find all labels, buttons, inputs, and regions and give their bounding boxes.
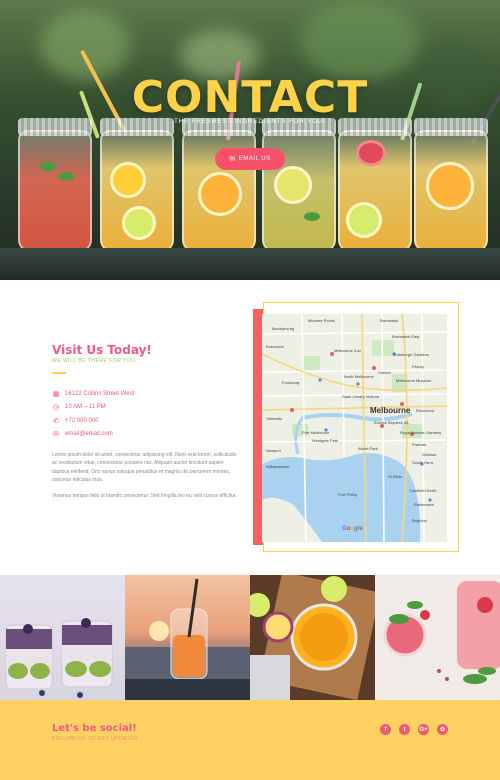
map-city-label: Melbourne	[370, 406, 411, 415]
map-label: Williamstown	[266, 464, 290, 469]
twitter-icon[interactable]: t	[399, 724, 410, 735]
contact-heading: Visit Us Today!	[52, 343, 152, 357]
map-label: Port Melbourne	[302, 430, 330, 435]
page-title: CONTACT	[131, 72, 369, 123]
social-subheading: FOLLOW US TO GET UPDATES	[52, 736, 138, 742]
email-text: email@email.com	[65, 431, 113, 437]
phone-row[interactable]: ✆ +72 000 000	[52, 417, 99, 425]
phone-icon: ✆	[53, 418, 59, 425]
photo-gallery	[0, 575, 500, 700]
chia-pudding-image	[5, 618, 113, 698]
envelope-icon: ✉	[53, 431, 59, 438]
building-icon: ▦	[52, 391, 60, 398]
social-heading: Let's be social!	[52, 723, 137, 734]
map-label: Brunswick	[380, 318, 399, 323]
contact-paragraph-2: Vivamus tempus felis ut blandit consecte…	[52, 493, 237, 499]
map-label: Richmond	[416, 408, 435, 413]
map-label: North Melbourne	[344, 374, 374, 379]
email-row[interactable]: ✉ email@email.com	[52, 430, 113, 438]
mint-leaf	[304, 212, 320, 221]
hours-text: 10 AM – 11 PM	[65, 404, 106, 410]
map-label: Maribyrnong	[272, 326, 295, 331]
jar-orange-2	[414, 118, 488, 252]
map-label: Newport	[266, 448, 281, 453]
address-text: 16122 Collins Street West	[65, 391, 135, 397]
map-label: Melbourne Museum	[396, 378, 432, 383]
gallery-photo-chia-pudding[interactable]	[0, 575, 125, 700]
berry-drinks-image	[383, 581, 500, 684]
orange-slice	[426, 162, 474, 210]
email-us-label: EMAIL US	[238, 156, 271, 162]
map-label: Elsternwick	[414, 502, 435, 507]
orange-slice	[198, 172, 242, 216]
map-label: Brunswick East	[392, 334, 420, 339]
bokeh	[40, 10, 130, 80]
contact-tagline: WE WILL BE THERE FOR YOU	[52, 358, 136, 364]
mint-leaf	[40, 162, 56, 171]
jar-strawberry	[338, 118, 412, 252]
divider	[52, 372, 66, 374]
social-icons: f t G+ ✿	[380, 724, 448, 735]
map-label: Brighton	[412, 518, 427, 523]
footer: Let's be social! FOLLOW US TO GET UPDATE…	[0, 700, 500, 780]
map-label: Windsor	[422, 452, 437, 457]
hours-row: ◷ 10 AM – 11 PM	[52, 403, 106, 411]
hero-subtitle: THE FRESHEST INGREDIENTS FOR YOU!	[174, 119, 326, 125]
map-label: Carlton	[378, 370, 391, 375]
jar-watermelon	[18, 118, 92, 252]
lime-slice	[122, 206, 156, 240]
map-label: Fitzroy	[412, 364, 424, 369]
google-logo: Google	[342, 526, 363, 532]
facebook-icon[interactable]: f	[380, 724, 391, 735]
email-us-button[interactable]: ✉ EMAIL US	[215, 148, 285, 170]
contact-paragraph: Lorem ipsum dolor sit amet, consectetur …	[52, 452, 237, 484]
map-label: Footscray	[282, 380, 300, 385]
address-row: ▦ 16122 Collins Street West	[52, 390, 135, 398]
clock-icon: ◷	[52, 404, 60, 411]
phone-text: +72 000 000	[65, 418, 99, 424]
gallery-photo-sunset-drink[interactable]	[125, 575, 250, 700]
hero-section: CONTACT THE FRESHEST INGREDIENTS FOR YOU…	[0, 0, 500, 280]
map-label: Albert Park	[358, 446, 378, 451]
shelf	[0, 248, 500, 280]
strawberry	[356, 140, 386, 166]
map-label: State Library Victoria	[342, 394, 380, 399]
google-plus-icon[interactable]: G+	[418, 724, 429, 735]
yelp-icon[interactable]: ✿	[437, 724, 448, 735]
map-label: Eureka Skydeck 88	[374, 420, 409, 425]
map-label: Port Phillip	[338, 492, 358, 497]
map-label: Melbourne Zoo	[334, 348, 361, 353]
location-map[interactable]: Moonee Ponds Brunswick Maribyrnong Bruns…	[262, 314, 447, 542]
gallery-photo-passionfruit[interactable]	[250, 575, 375, 700]
lime-slice	[346, 202, 382, 238]
map-label: Yarraville	[266, 416, 283, 421]
gallery-photo-berry-drinks[interactable]	[375, 575, 500, 700]
map-label: Moonee Ponds	[308, 318, 335, 323]
bokeh	[300, 0, 420, 80]
map-label: St Kilda	[388, 474, 402, 479]
map-label: Royal Botanic Gardens	[400, 430, 442, 435]
email-icon: ✉	[229, 156, 236, 163]
map-label: Essendon	[266, 344, 284, 349]
lemon-slice	[110, 162, 146, 198]
map-label: South Yarra	[412, 460, 433, 465]
sunset-drink-image	[125, 578, 250, 700]
lime-slice	[274, 166, 312, 204]
map-label: Westgate Park	[312, 438, 339, 443]
jar-lemon	[100, 118, 174, 252]
map-label: Prahran	[412, 442, 427, 447]
passionfruit-image	[250, 575, 375, 700]
mint-leaf	[58, 172, 74, 181]
map-label: Edinburgh Gardens	[394, 352, 429, 357]
map-label: Caulfield North	[410, 488, 437, 493]
